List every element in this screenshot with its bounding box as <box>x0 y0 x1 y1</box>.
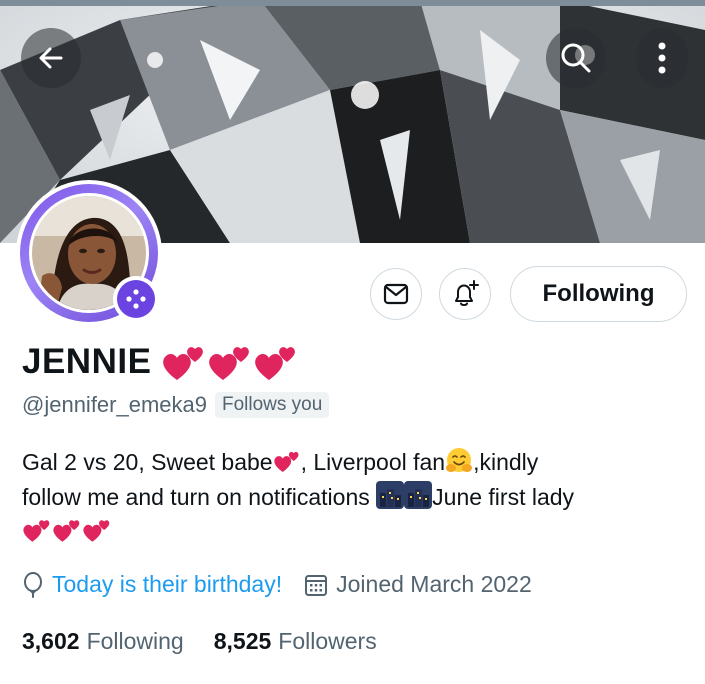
night-city-icon <box>376 481 405 509</box>
bio-text: June first lady <box>432 484 575 510</box>
notifications-button[interactable] <box>439 268 491 320</box>
bio-text: Gal 2 vs 20, Sweet babe <box>22 449 273 475</box>
two-hearts-icon <box>163 347 204 380</box>
followers-stat[interactable]: 8,525 Followers <box>214 628 377 655</box>
two-hearts-icon <box>53 520 80 542</box>
handle-row: @jennifer_emeka9 Follows you <box>22 392 330 418</box>
calendar-icon <box>305 574 328 596</box>
two-hearts-icon <box>23 520 50 542</box>
followers-count: 8,525 <box>213 628 272 654</box>
following-count: 3,602 <box>22 628 80 654</box>
display-name-row: JENNIE <box>22 342 299 382</box>
bio-text: ,kindly <box>473 449 539 475</box>
profile-meta-row: Today is their birthday! Joined March 20… <box>22 571 532 598</box>
birthday-link[interactable]: Today is their birthday! <box>52 571 282 598</box>
balloon-icon <box>24 571 42 598</box>
search-button[interactable] <box>546 28 606 88</box>
followers-label: Followers <box>278 628 377 654</box>
bio-text: follow me and turn on notifications <box>22 484 377 510</box>
two-hearts-icon <box>255 347 296 380</box>
back-button[interactable] <box>21 28 81 88</box>
username-handle: @jennifer_emeka9 <box>22 392 207 417</box>
hugging-face-icon <box>446 448 473 472</box>
envelope-icon <box>383 283 409 305</box>
two-hearts-icon <box>209 347 250 380</box>
dots-circle-icon <box>126 289 146 309</box>
spaces-badge[interactable] <box>113 276 159 322</box>
two-hearts-emoji-group <box>161 342 299 382</box>
follow-stats: 3,602 Following 8,525 Followers <box>22 628 377 655</box>
two-hearts-icon <box>83 520 110 542</box>
message-button[interactable] <box>370 268 422 320</box>
status-strip <box>0 0 705 6</box>
arrow-left-icon <box>39 47 63 69</box>
follows-you-badge: Follows you <box>215 392 330 418</box>
bell-plus-icon <box>455 280 479 306</box>
more-vertical-icon <box>658 42 666 74</box>
joined-date: Joined March 2022 <box>336 571 532 597</box>
bio-text: , Liverpool fan <box>300 449 446 475</box>
following-button[interactable]: Following <box>510 266 687 322</box>
display-name: JENNIE <box>22 342 152 381</box>
following-stat[interactable]: 3,602 Following <box>22 628 184 655</box>
search-icon <box>561 43 591 73</box>
following-label: Following <box>86 628 184 654</box>
night-city-icon <box>404 481 433 509</box>
more-options-button[interactable] <box>636 28 688 88</box>
profile-bio: Gal 2 vs 20, Sweet babe , Liverpool fan ,k… <box>22 445 692 550</box>
two-hearts-icon <box>273 451 299 472</box>
